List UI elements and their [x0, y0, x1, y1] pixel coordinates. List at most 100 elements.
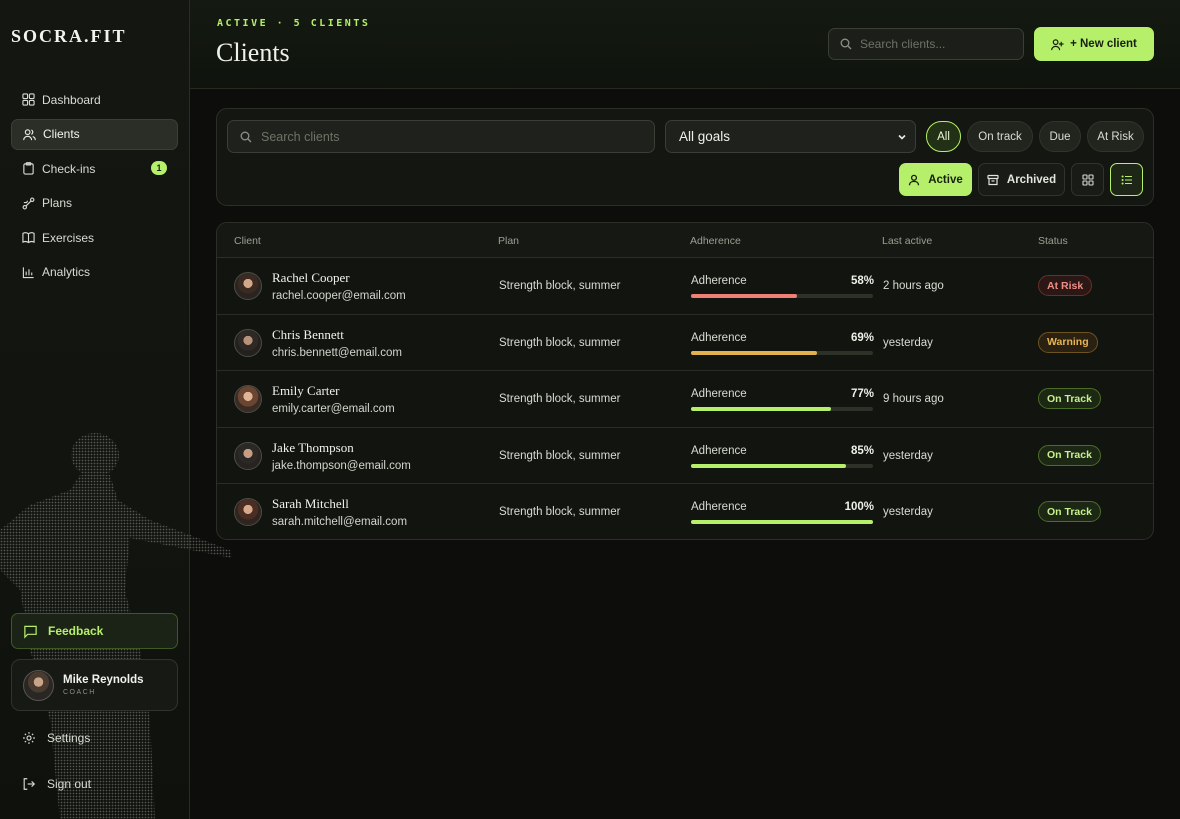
header-search-box[interactable] — [828, 28, 1024, 60]
filter-pill-on-track[interactable]: On track — [967, 121, 1033, 152]
user-plus-icon — [1051, 38, 1064, 50]
sidebar-item-label: Analytics — [42, 265, 91, 279]
adherence-bar — [691, 294, 873, 298]
settings-link[interactable]: Settings — [22, 731, 90, 745]
gear-icon — [23, 732, 35, 744]
column-header-plan[interactable]: Plan — [498, 235, 519, 247]
adherence-bar-fill — [691, 350, 817, 355]
sidebar-item-plans[interactable]: Plans — [11, 188, 178, 219]
client-email: rachel.cooper@email.com — [272, 290, 406, 302]
active-label: Active — [928, 173, 963, 186]
list-view-button[interactable] — [1110, 163, 1143, 196]
sidebar-nav: Dashboard Clients Check-ins 1 Plans Exer… — [11, 84, 178, 291]
sign-out-link[interactable]: Sign out — [22, 777, 91, 791]
new-client-button[interactable]: + New client — [1034, 27, 1154, 61]
avatar — [23, 669, 54, 701]
column-header-client[interactable]: Client — [234, 235, 261, 247]
client-name[interactable]: Emily Carter — [272, 383, 340, 399]
sidebar-item-analytics[interactable]: Analytics — [11, 257, 178, 288]
goal-select-value: All goals — [679, 129, 731, 144]
user-icon — [909, 174, 920, 185]
filter-panel: All goals All On track Due At Risk Activ… — [216, 108, 1154, 206]
client-count-eyebrow: ACTIVE · 5 CLIENTS — [217, 18, 371, 29]
adherence-bar — [691, 520, 873, 524]
client-plan: Strength block, summer — [499, 280, 621, 292]
table-header: Client Plan Adherence Last active Status — [217, 223, 1153, 258]
table-row[interactable]: Chris Bennett chris.bennett@email.com St… — [217, 315, 1153, 371]
sidebar-item-label: Exercises — [42, 230, 95, 245]
filter-search-box[interactable] — [227, 120, 655, 153]
client-search-input[interactable] — [261, 129, 641, 144]
coach-role: COACH — [63, 689, 96, 696]
client-name[interactable]: Chris Bennett — [272, 327, 344, 343]
header-search-input[interactable] — [860, 37, 1010, 51]
filter-pill-at-risk[interactable]: At Risk — [1087, 121, 1144, 152]
filter-pill-all[interactable]: All — [926, 121, 961, 152]
settings-label: Settings — [47, 731, 91, 745]
sidebar-item-check-ins[interactable]: Check-ins 1 — [11, 153, 178, 184]
adherence-value: 58% — [850, 275, 874, 287]
chevron-down-icon — [898, 134, 906, 140]
archived-toggle-button[interactable]: Archived — [978, 163, 1065, 196]
route-icon — [22, 197, 35, 210]
adherence-bar-fill — [691, 294, 797, 298]
adherence-bar — [691, 350, 873, 355]
column-header-last-active[interactable]: Last active — [882, 235, 932, 247]
avatar — [234, 441, 262, 470]
users-icon — [23, 128, 36, 141]
table-row[interactable]: Emily Carter emily.carter@email.com Stre… — [217, 371, 1153, 428]
client-name[interactable]: Rachel Cooper — [272, 270, 350, 286]
sidebar-item-exercises[interactable]: Exercises — [11, 222, 178, 253]
clients-table: Client Plan Adherence Last active Status… — [216, 222, 1154, 540]
adherence-value: 77% — [850, 388, 874, 400]
feedback-button[interactable]: Feedback — [11, 613, 178, 649]
sidebar-item-clients[interactable]: Clients — [11, 118, 178, 150]
column-header-status[interactable]: Status — [1038, 235, 1068, 247]
message-square-icon — [24, 625, 37, 639]
adherence-bar — [691, 463, 873, 468]
last-active: 9 hours ago — [883, 393, 944, 405]
status-badge: On Track — [1038, 388, 1101, 409]
table-row[interactable]: Jake Thompson jake.thompson@email.com St… — [217, 428, 1153, 484]
last-active: 2 hours ago — [883, 280, 944, 292]
search-icon — [240, 131, 252, 142]
page-header: ACTIVE · 5 CLIENTS Clients + New client — [190, 0, 1180, 89]
adherence-bar-fill — [691, 407, 832, 411]
adherence-value: 100% — [844, 501, 874, 513]
adherence-label: Adherence — [691, 501, 747, 513]
adherence-bar-fill — [691, 520, 873, 524]
table-row[interactable]: Sarah Mitchell sarah.mitchell@email.com … — [217, 484, 1153, 539]
sign-out-icon — [23, 778, 36, 790]
table-row[interactable]: Rachel Cooper rachel.cooper@email.com St… — [217, 258, 1153, 315]
last-active: yesterday — [883, 336, 933, 349]
sidebar-item-label: Dashboard — [42, 92, 101, 107]
filter-pill-due[interactable]: Due — [1039, 121, 1081, 152]
coach-profile-card[interactable]: Mike Reynolds COACH — [11, 659, 178, 711]
active-toggle-button[interactable]: Active — [899, 163, 972, 196]
search-icon — [840, 38, 852, 50]
client-name[interactable]: Jake Thompson — [272, 440, 354, 456]
client-name[interactable]: Sarah Mitchell — [272, 496, 349, 512]
adherence-label: Adherence — [691, 444, 747, 457]
goal-select[interactable]: All goals — [665, 120, 916, 153]
sidebar-item-label: Check-ins — [42, 161, 96, 176]
client-plan: Strength block, summer — [499, 449, 621, 462]
book-icon — [22, 231, 35, 244]
avatar — [234, 385, 262, 413]
archive-icon — [987, 174, 999, 185]
column-header-adherence[interactable]: Adherence — [690, 235, 741, 247]
sign-out-label: Sign out — [47, 777, 92, 791]
client-email: sarah.mitchell@email.com — [272, 516, 408, 528]
clipboard-icon — [22, 162, 35, 175]
sidebar-item-label: Plans — [42, 196, 73, 210]
last-active: yesterday — [883, 506, 933, 518]
adherence-value: 69% — [850, 331, 874, 344]
grid-icon — [1081, 173, 1094, 186]
status-badge: Warning — [1038, 331, 1098, 353]
adherence-label: Adherence — [691, 275, 747, 287]
sidebar-item-dashboard[interactable]: Dashboard — [11, 84, 178, 115]
app-logo[interactable]: SOCRA.FIT — [11, 26, 127, 47]
list-icon — [1121, 174, 1132, 185]
grid-view-button[interactable] — [1071, 163, 1104, 196]
last-active: yesterday — [883, 449, 933, 462]
